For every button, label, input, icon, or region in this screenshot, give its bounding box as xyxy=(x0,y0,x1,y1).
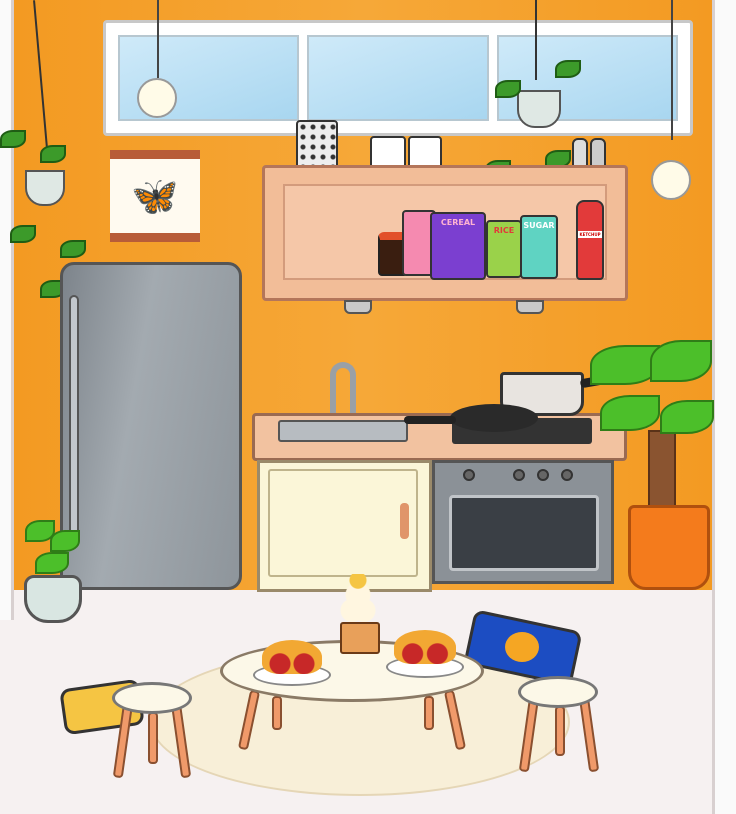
leaf-icon xyxy=(50,530,80,552)
lamp-cord xyxy=(671,0,673,140)
plant-pot[interactable] xyxy=(628,505,710,590)
ketchup-label: KETCHUP xyxy=(578,231,602,238)
leaf-icon xyxy=(600,395,660,431)
hanging-pot[interactable] xyxy=(517,90,561,128)
ketchup-bottle[interactable]: KETCHUP xyxy=(576,200,604,280)
table-leg xyxy=(272,696,282,730)
window xyxy=(103,20,693,136)
cereal-label: CEREAL xyxy=(440,218,476,227)
oven-window xyxy=(449,495,599,571)
kitchen-cabinet[interactable] xyxy=(257,460,432,592)
faucet[interactable] xyxy=(330,362,356,417)
under-shelf-light xyxy=(344,300,372,314)
frying-pan-handle xyxy=(404,416,456,424)
oven-knob[interactable] xyxy=(561,469,573,481)
rice-box[interactable]: RICE xyxy=(486,220,522,278)
offering-stand xyxy=(340,622,380,654)
leaf-icon xyxy=(60,240,86,258)
leaf-icon xyxy=(0,130,26,148)
light-bulb-icon[interactable] xyxy=(651,160,691,200)
sugar-label: SUGAR xyxy=(523,221,555,230)
food[interactable] xyxy=(394,630,456,664)
leaf-icon xyxy=(40,145,66,163)
sink[interactable] xyxy=(278,420,408,442)
left-wall-edge xyxy=(0,0,14,620)
under-shelf-light xyxy=(516,300,544,314)
window-pane xyxy=(307,35,489,121)
light-bulb-icon[interactable] xyxy=(137,78,177,118)
plant-hanger xyxy=(535,0,537,80)
oven-knob[interactable] xyxy=(513,469,525,481)
utensil-holder[interactable] xyxy=(296,120,338,170)
rice-cake-offering[interactable] xyxy=(338,574,378,626)
stool-leg xyxy=(555,706,565,756)
fridge[interactable] xyxy=(60,262,242,590)
small-plant-pot[interactable] xyxy=(24,575,82,623)
leaf-icon xyxy=(660,400,714,434)
leaf-icon xyxy=(10,225,36,243)
cereal-box[interactable]: CEREAL xyxy=(430,212,486,280)
fridge-handle[interactable] xyxy=(69,295,79,535)
palm-trunk xyxy=(648,430,676,510)
oven-knob[interactable] xyxy=(537,469,549,481)
stool-leg xyxy=(148,712,158,764)
sugar-box[interactable]: SUGAR xyxy=(520,215,558,279)
lamp-cord xyxy=(157,0,159,78)
oven[interactable] xyxy=(432,460,614,584)
butterfly-poster[interactable]: 🦋 xyxy=(110,150,200,242)
food[interactable] xyxy=(262,640,322,674)
leaf-icon xyxy=(35,552,69,574)
leaf-icon xyxy=(495,80,521,98)
leaf-icon xyxy=(650,340,712,382)
leaf-icon xyxy=(555,60,581,78)
frying-pan[interactable] xyxy=(450,404,538,432)
sun-pattern xyxy=(505,632,539,662)
cabinet-knob[interactable] xyxy=(400,503,409,539)
table-leg xyxy=(424,696,434,730)
right-wall-edge xyxy=(712,0,736,814)
rice-label: RICE xyxy=(493,226,515,235)
stool[interactable] xyxy=(112,682,192,714)
stool[interactable] xyxy=(518,676,598,708)
hanging-pot[interactable] xyxy=(25,170,65,206)
oven-knob[interactable] xyxy=(463,469,475,481)
